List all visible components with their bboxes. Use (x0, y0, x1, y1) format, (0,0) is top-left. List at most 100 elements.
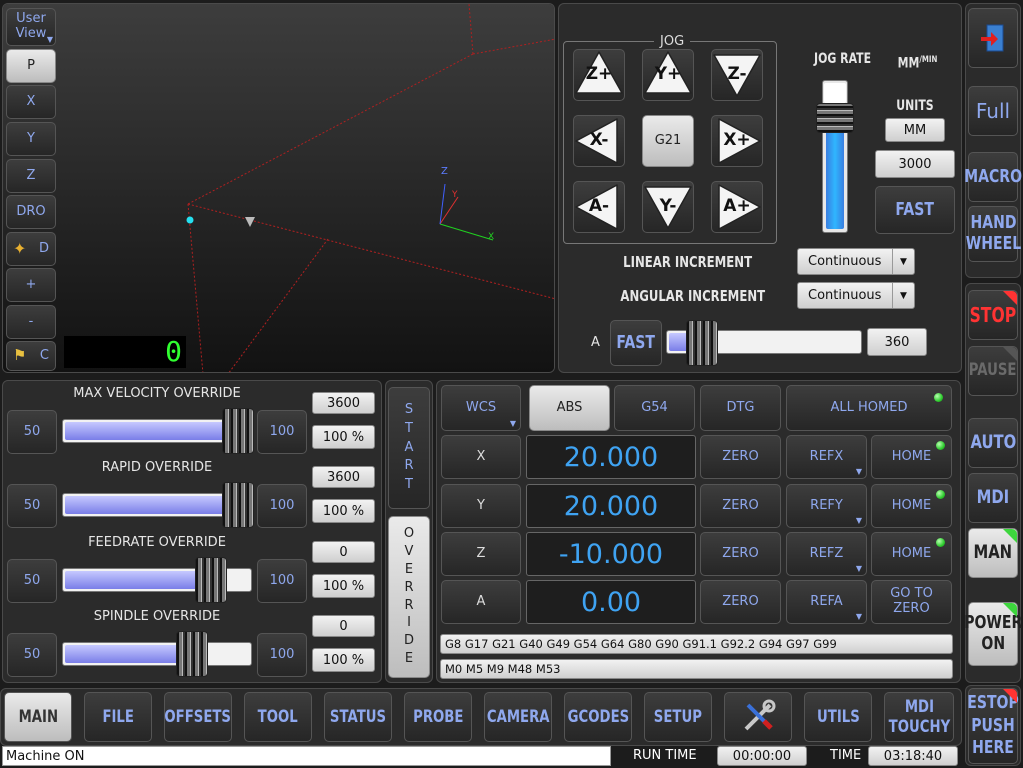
a-fast-button[interactable]: FAST (610, 320, 662, 366)
override-50-button[interactable]: 50 (7, 410, 57, 454)
a-jog-slider-handle[interactable] (685, 320, 718, 366)
override-percent: 100 % (312, 499, 375, 523)
wcs-button[interactable]: WCS ▼ (441, 385, 521, 431)
zero-a-button[interactable]: ZERO (700, 580, 781, 624)
start-button[interactable]: START (388, 387, 430, 509)
jog-a-plus-button[interactable]: A+ (711, 181, 763, 233)
home-x-button[interactable]: HOME (871, 435, 952, 479)
home-y-button[interactable]: HOME (871, 484, 952, 528)
home-label: GO TO ZERO (890, 586, 933, 616)
zero-x-button[interactable]: ZERO (700, 435, 781, 479)
override-slider[interactable] (62, 642, 252, 666)
tab-offsets[interactable]: OFFSETS (164, 692, 232, 742)
tab-utils[interactable]: UTILS (804, 692, 872, 742)
axis-select-z[interactable]: Z (441, 532, 521, 576)
all-homed-button[interactable]: ALL HOMED (786, 385, 952, 431)
clear-plot-button[interactable]: ⚑ C (6, 341, 56, 371)
ref-z-button[interactable]: REFZ ▼ (786, 532, 867, 576)
3d-preview[interactable] (3, 4, 555, 373)
jog-a-minus-button[interactable]: A- (573, 181, 625, 233)
jog-y-plus-button[interactable]: Y+ (642, 49, 694, 101)
jog-z-minus-button[interactable]: Z- (711, 49, 763, 101)
fast-jog-button[interactable]: FAST (875, 186, 955, 234)
view-y-button[interactable]: Y (6, 122, 56, 156)
override-50-button[interactable]: 50 (7, 633, 57, 677)
dro-value-a[interactable]: 0.00 (526, 580, 696, 624)
view-z-button[interactable]: Z (6, 159, 56, 193)
abs-button[interactable]: ABS (529, 385, 610, 431)
override-slider-handle[interactable] (222, 482, 254, 528)
stop-button[interactable]: STOP (968, 290, 1018, 340)
view-p-button[interactable]: P (6, 49, 56, 83)
angular-increment-select[interactable]: Continuous ▼ (797, 282, 915, 309)
g54-button[interactable]: G54 (614, 385, 695, 431)
override-100-button[interactable]: 100 (257, 484, 307, 528)
dro-value-z[interactable]: -10.000 (526, 532, 696, 576)
zoom-out-button[interactable]: - (6, 305, 56, 339)
override-slider-handle[interactable] (175, 631, 208, 677)
ref-y-button[interactable]: REFY ▼ (786, 484, 867, 528)
ref-a-button[interactable]: REFA ▼ (786, 580, 867, 624)
dro-value-x[interactable]: 20.000 (526, 435, 696, 479)
override-slider-handle[interactable] (194, 557, 227, 603)
jog-z-plus-button[interactable]: Z+ (573, 49, 625, 101)
macro-button[interactable]: MACRO (964, 152, 1022, 202)
tab-file[interactable]: FILE (84, 692, 152, 742)
override-50-button[interactable]: 50 (7, 484, 57, 528)
tab-probe[interactable]: PROBE (404, 692, 472, 742)
jog-g21-button[interactable]: G21 (642, 115, 694, 167)
override-slider-handle[interactable] (222, 408, 254, 454)
abs-label: ABS (556, 399, 583, 415)
fullscreen-button[interactable]: Full (968, 86, 1018, 136)
dro-toggle-button[interactable]: DRO (6, 195, 56, 229)
zero-y-button[interactable]: ZERO (700, 484, 781, 528)
user-view-button[interactable]: User View ▼ (6, 8, 56, 46)
tab-setup[interactable]: SETUP (644, 692, 712, 742)
home-a-button[interactable]: GO TO ZERO (871, 580, 952, 624)
ref-x-button[interactable]: REFX ▼ (786, 435, 867, 479)
override-100-button[interactable]: 100 (257, 633, 307, 677)
override-100-button[interactable]: 100 (257, 559, 307, 603)
override-50-label: 50 (23, 572, 41, 588)
pause-button[interactable]: PAUSE (968, 346, 1018, 396)
override-letter: D (403, 633, 414, 649)
tab-main[interactable]: MAIN (4, 692, 72, 742)
view-x-button[interactable]: X (6, 85, 56, 119)
axis-select-a[interactable]: A (441, 580, 521, 624)
power-indicator (1003, 603, 1017, 617)
exit-button[interactable] (968, 8, 1018, 68)
dimensions-button[interactable]: ✦ D (6, 232, 56, 266)
jog-x-plus-label: X+ (723, 130, 751, 151)
zero-z-button[interactable]: ZERO (700, 532, 781, 576)
zoom-in-button[interactable]: + (6, 268, 56, 302)
jog-x-plus-button[interactable]: X+ (711, 115, 763, 167)
estop-button[interactable]: ESTOP PUSH HERE (967, 688, 1019, 764)
jog-y-minus-button[interactable]: Y- (642, 181, 694, 233)
tab-camera[interactable]: CAMERA (484, 692, 552, 742)
jog-x-minus-button[interactable]: X- (573, 115, 625, 167)
override-100-button[interactable]: 100 (257, 410, 307, 454)
override-percent: 100 % (312, 648, 375, 672)
tab-status[interactable]: STATUS (324, 692, 392, 742)
handwheel-button[interactable]: HAND WHEEL (965, 206, 1021, 262)
auto-mode-button[interactable]: AUTO (968, 418, 1018, 468)
tab-mdi-touchy[interactable]: MDI TOUCHY (884, 692, 954, 742)
tab-tool[interactable]: TOOL (244, 692, 312, 742)
axis-select-x[interactable]: X (441, 435, 521, 479)
mdi-mode-button[interactable]: MDI (968, 473, 1018, 523)
home-z-button[interactable]: HOME (871, 532, 952, 576)
stop-indicator (1003, 291, 1017, 305)
jog-rate-handle[interactable] (816, 103, 854, 133)
power-on-button[interactable]: POWER ON (964, 602, 1022, 666)
override-button[interactable]: OVERRIDE (388, 516, 430, 678)
tab-gcodes[interactable]: GCODES (564, 692, 632, 742)
dro-value-y[interactable]: 20.000 (526, 484, 696, 528)
tab-tools-icon[interactable] (724, 692, 792, 742)
linear-increment-select[interactable]: Continuous ▼ (797, 248, 915, 275)
dtg-button[interactable]: DTG (700, 385, 781, 431)
run-time-label: RUN TIME (633, 748, 697, 763)
jog-rate-value[interactable]: 3000 (875, 150, 955, 178)
override-50-button[interactable]: 50 (7, 559, 57, 603)
axis-select-y[interactable]: Y (441, 484, 521, 528)
manual-mode-button[interactable]: MAN (968, 528, 1018, 578)
